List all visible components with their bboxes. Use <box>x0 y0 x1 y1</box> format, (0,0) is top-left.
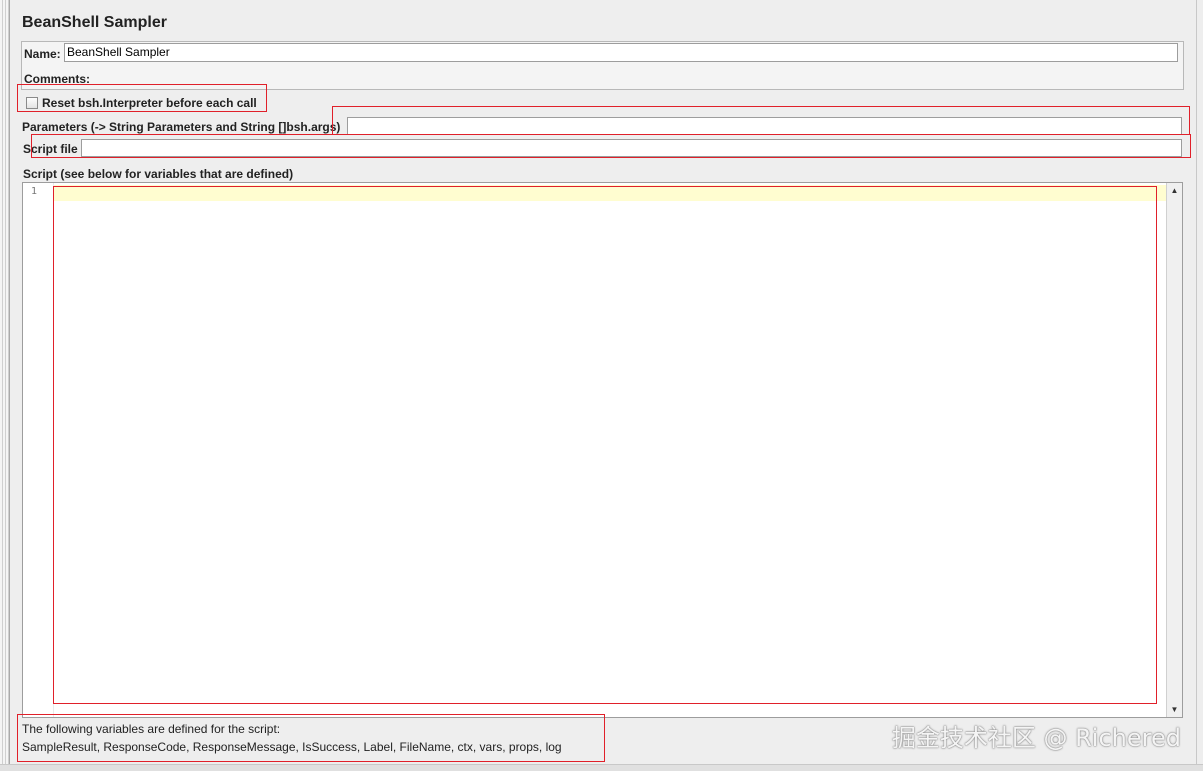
script-editor[interactable]: 1 ▲ ▼ <box>22 182 1183 718</box>
watermark: 掘金技术社区 @ Richered <box>891 724 1181 752</box>
reset-interpreter-option[interactable]: Reset bsh.Interpreter before each call <box>26 96 257 110</box>
divider <box>1196 0 1197 770</box>
left-pane-splitter[interactable] <box>0 0 9 770</box>
line-number-gutter: 1 <box>23 183 54 717</box>
comments-label: Comments: <box>24 72 91 86</box>
vertical-scrollbar[interactable]: ▲ ▼ <box>1166 183 1182 717</box>
name-label: Name: <box>24 47 61 61</box>
help-text-heading: The following variables are defined for … <box>22 722 281 736</box>
reset-interpreter-label: Reset bsh.Interpreter before each call <box>42 96 257 110</box>
scroll-down-arrow-icon[interactable]: ▼ <box>1167 702 1182 717</box>
line-number: 1 <box>31 186 38 197</box>
current-line-highlight <box>54 185 1168 201</box>
help-text-variables: SampleResult, ResponseCode, ResponseMess… <box>22 740 562 754</box>
script-file-label: Script file <box>23 142 78 156</box>
parameters-input[interactable] <box>347 117 1182 135</box>
script-label: Script (see below for variables that are… <box>23 167 294 181</box>
script-file-input[interactable] <box>81 139 1182 157</box>
scroll-up-arrow-icon[interactable]: ▲ <box>1167 183 1182 198</box>
page-title: BeanShell Sampler <box>22 14 167 31</box>
name-input[interactable] <box>64 43 1178 62</box>
divider <box>9 0 10 770</box>
parameters-label: Parameters (-> String Parameters and Str… <box>22 120 341 134</box>
reset-interpreter-checkbox[interactable] <box>26 97 38 109</box>
